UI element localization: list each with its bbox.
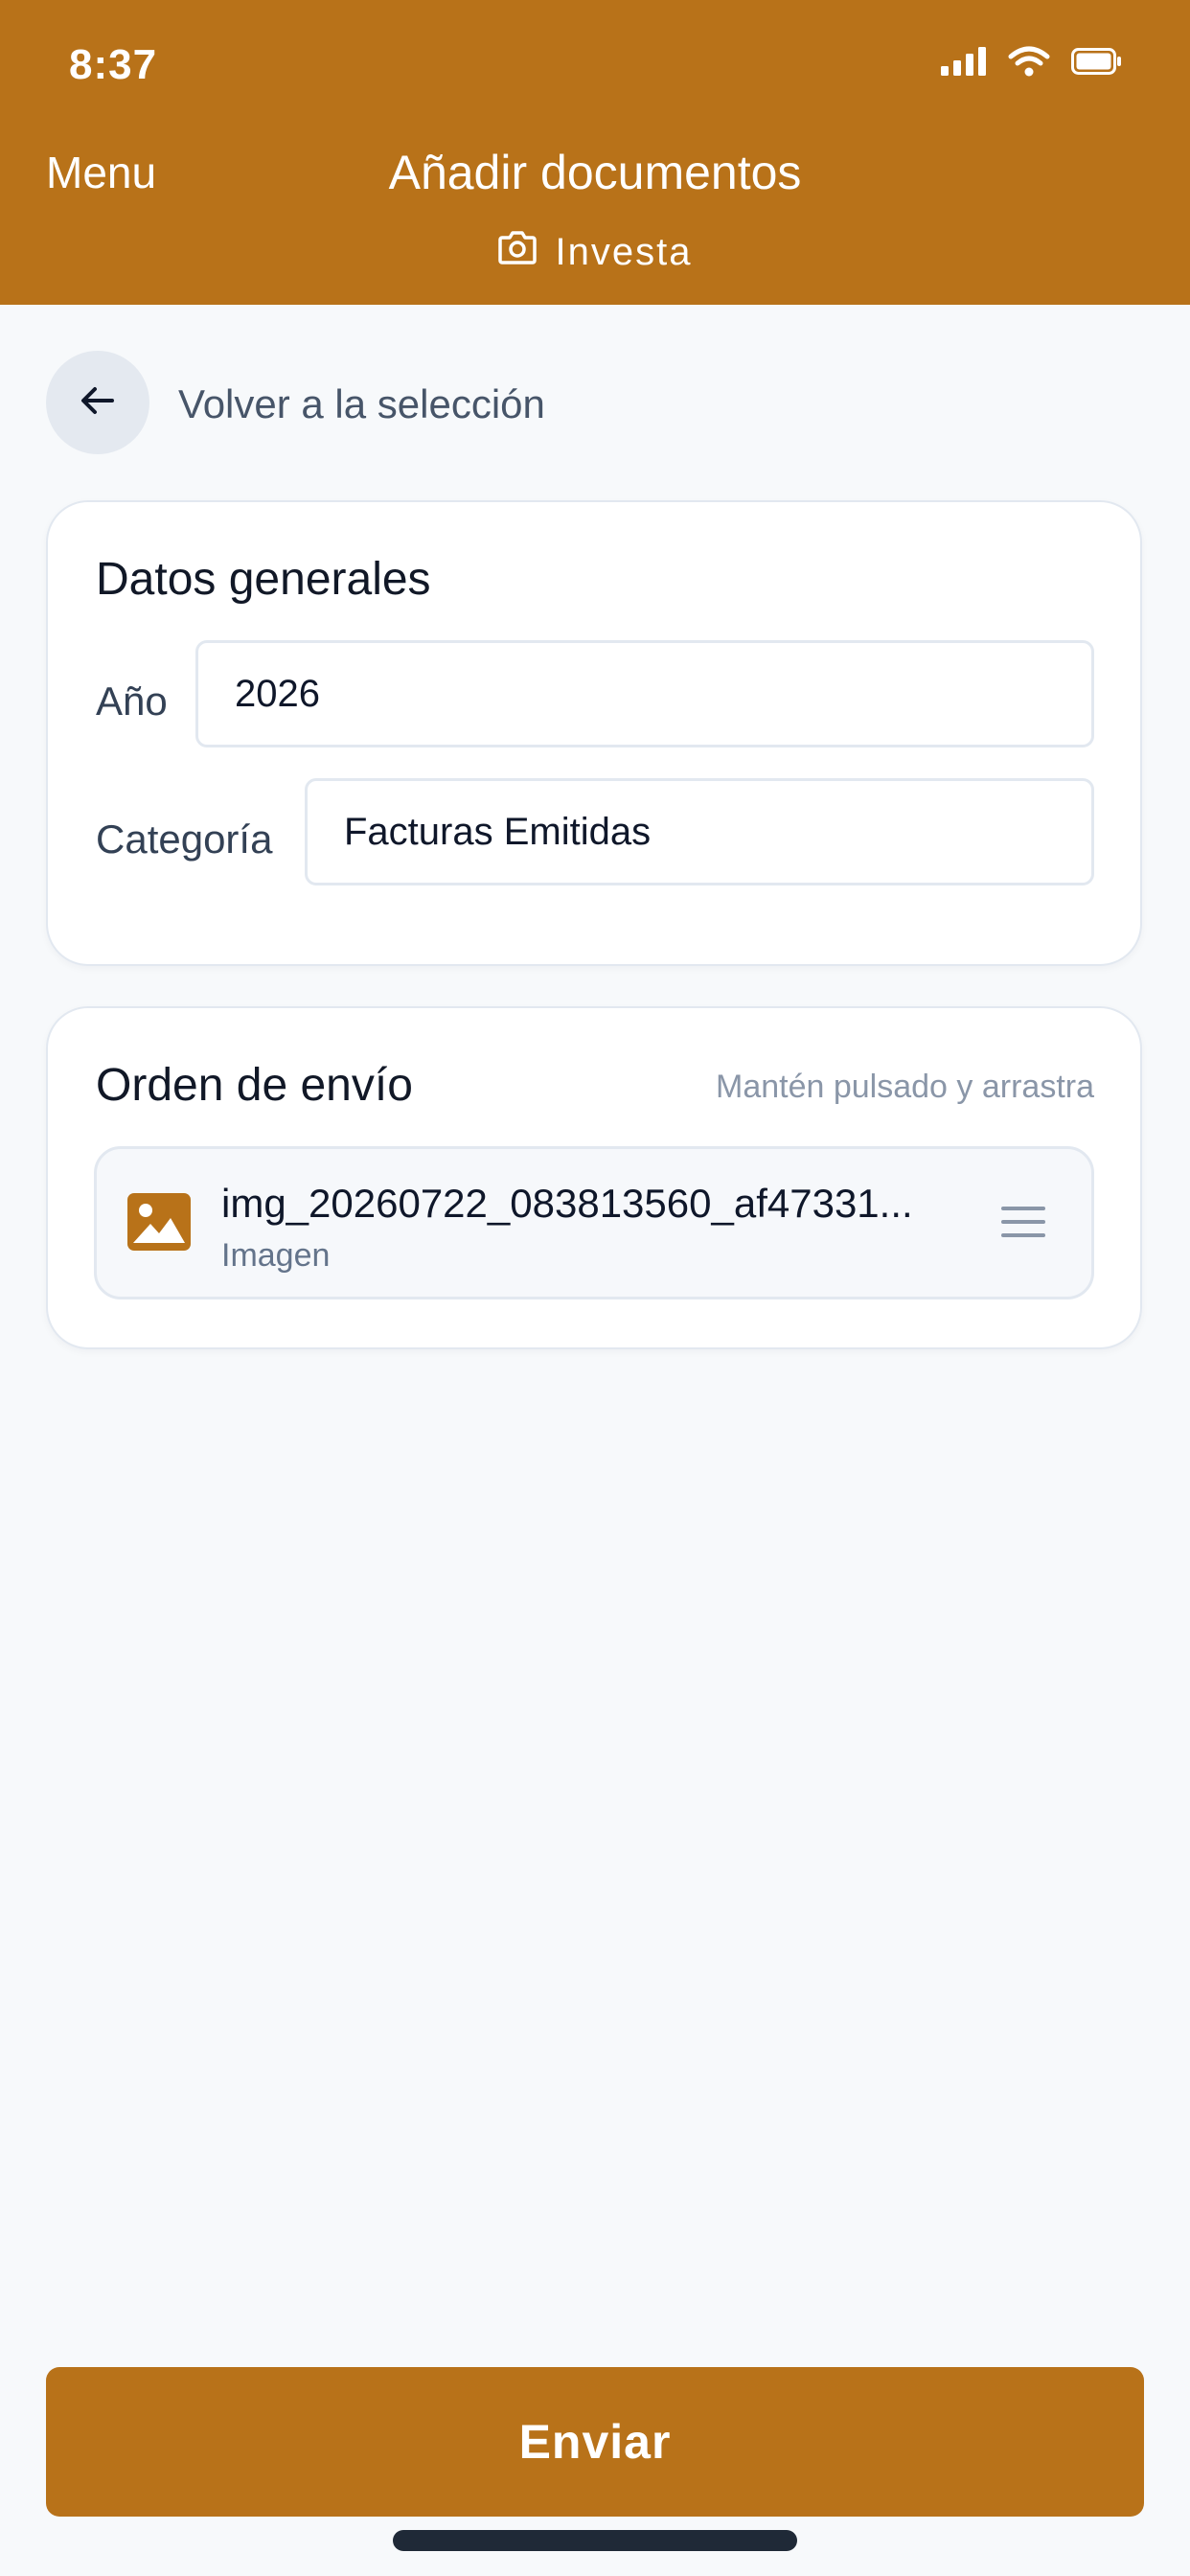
page-title: Añadir documentos [388, 146, 802, 199]
company-name: Investa [555, 231, 693, 273]
category-value: Facturas Emitidas [344, 810, 652, 853]
year-value: 2026 [235, 672, 320, 715]
home-indicator [393, 2530, 797, 2551]
arrow-left-icon [80, 386, 115, 420]
camera-icon [497, 226, 537, 278]
general-data-card: Datos generales Año 2026 Categoría Factu… [46, 500, 1142, 966]
category-label: Categoría [96, 816, 273, 862]
back-button[interactable] [46, 351, 149, 454]
battery-icon [1071, 48, 1123, 80]
general-data-title: Datos generales [96, 554, 431, 605]
drag-handle-icon[interactable] [1001, 1207, 1045, 1242]
company-subtitle: Investa [0, 226, 1190, 278]
year-label: Año [96, 678, 168, 724]
image-icon [127, 1193, 191, 1255]
category-select[interactable]: Facturas Emitidas [305, 778, 1094, 886]
send-order-title: Orden de envío [96, 1060, 413, 1111]
send-button[interactable]: Enviar [46, 2367, 1144, 2517]
send-order-card: Orden de envío Mantén pulsado y arrastra… [46, 1006, 1142, 1349]
year-input[interactable]: 2026 [195, 640, 1094, 748]
status-time: 8:37 [69, 41, 158, 88]
cellular-signal-icon [941, 47, 987, 80]
status-icons [941, 46, 1123, 81]
app-header: 8:37 Menu Añadir documentos Investa [0, 0, 1190, 305]
document-type: Imagen [221, 1237, 331, 1274]
drag-hint: Mantén pulsado y arrastra [716, 1069, 1094, 1105]
document-name: img_20260722_083813560_af47331... [221, 1181, 913, 1226]
wifi-icon [1008, 46, 1050, 81]
back-label[interactable]: Volver a la selección [178, 378, 545, 431]
document-list-item[interactable]: img_20260722_083813560_af47331... Imagen [94, 1146, 1094, 1300]
